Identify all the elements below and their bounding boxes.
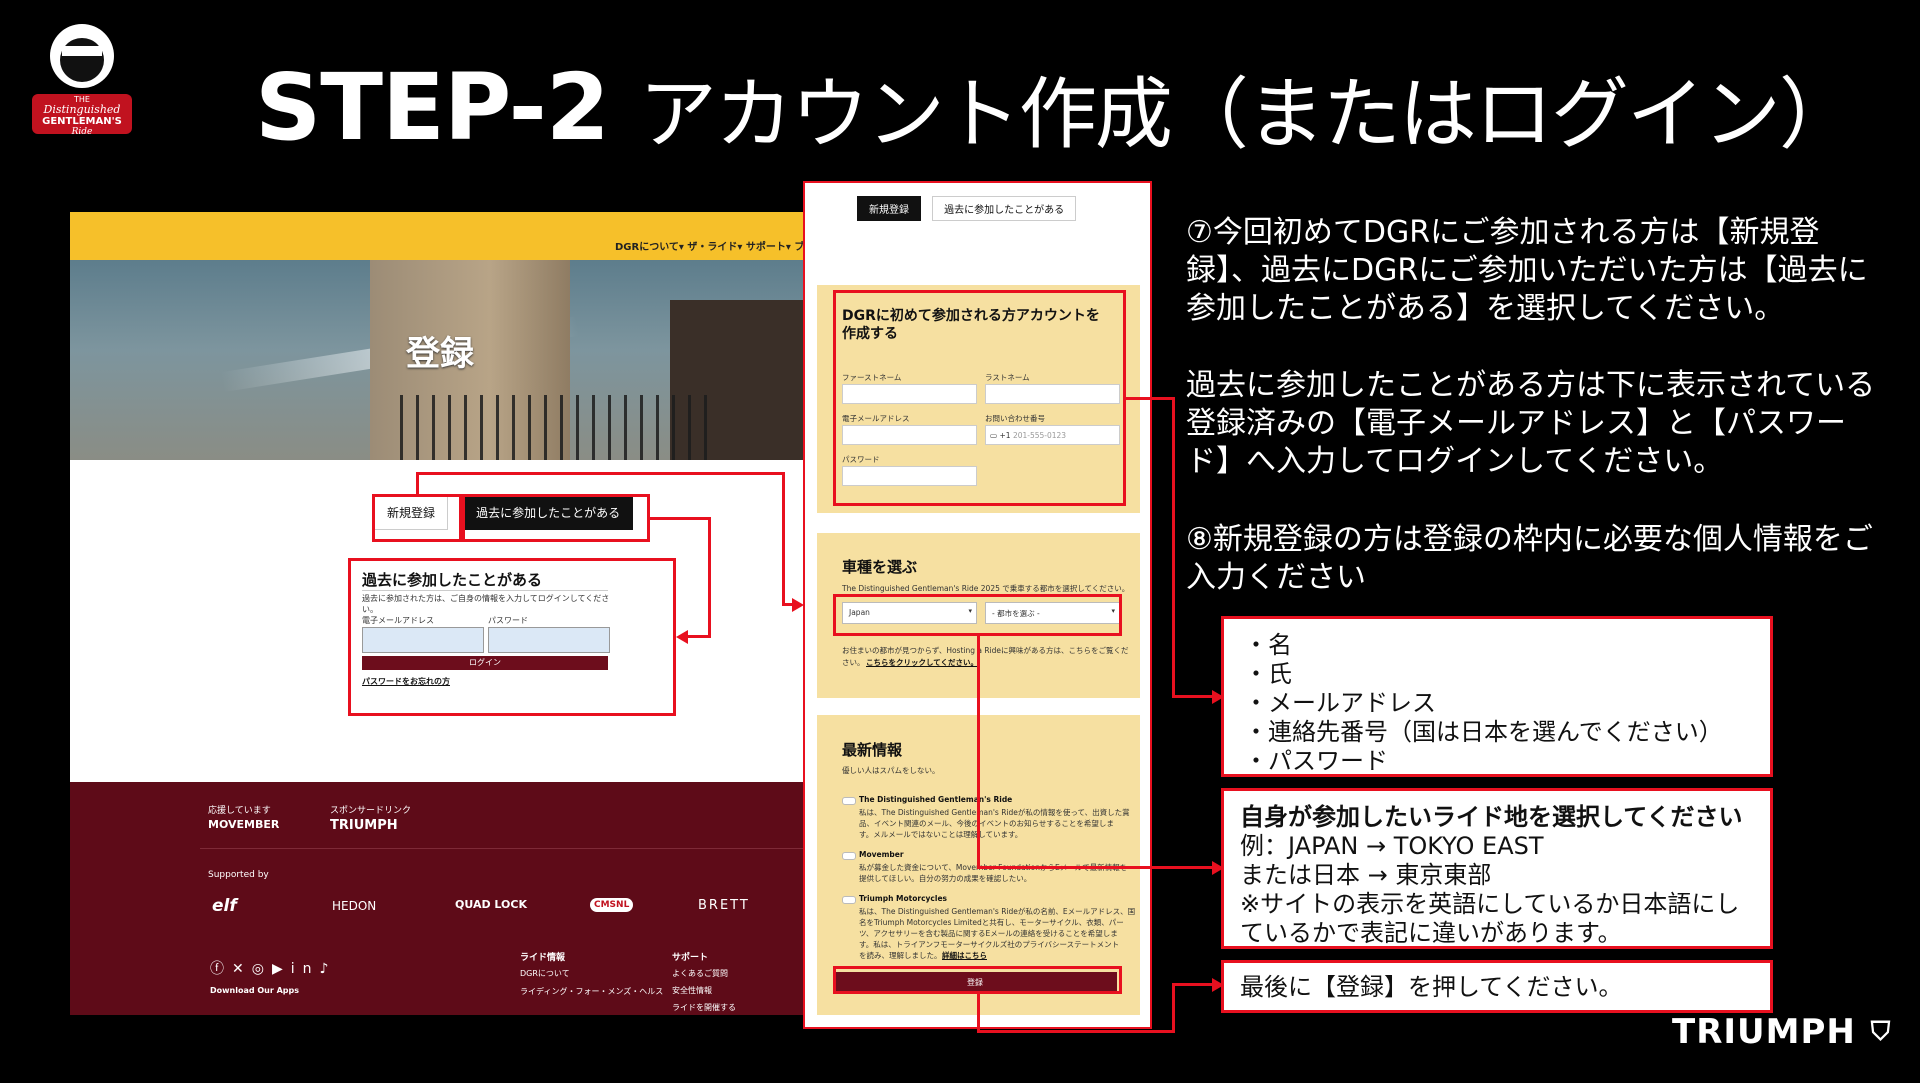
highlight-tab-past: [462, 494, 650, 542]
connector: [650, 517, 710, 520]
instruction-p1: ⑦今回初めてDGRにご参加される方は【新規登録】、過去にDGRにご参加いただいた…: [1186, 215, 1868, 326]
required-item-last-name: ・氏: [1244, 660, 1292, 688]
movember-logo[interactable]: MOVEMBER: [208, 818, 279, 831]
ride-location-line3: ※サイトの表示を英語にしているか日本語にし: [1240, 890, 1740, 918]
highlight-account-fields: [833, 290, 1126, 506]
ride-location-box: 自身が参加したいライド地を選択してください 例：JAPAN → TOKYO EA…: [1221, 788, 1773, 949]
ride-description: The Distinguished Gentleman's Ride 2025 …: [842, 584, 1130, 593]
ride-note-1: お住まいの都市が見つからず、Hosting a Rideに興味がある方は、こちら…: [842, 646, 1129, 655]
footer-link-riding[interactable]: ライディング・フォー・メンズ・ヘルス: [520, 986, 663, 997]
connector: [782, 472, 785, 606]
connector: [1172, 983, 1175, 1033]
opt3-line3: ツ、アクセサリーを含む製品に関するEメールの連絡を受けることを希望しま: [859, 929, 1118, 938]
opt2-line2: 提供してほしい。自分の努力の成果を確認したい。: [859, 874, 1032, 883]
triumph-footer-logo[interactable]: TRIUMPH: [330, 818, 398, 833]
sponsor-quadlock[interactable]: QUAD LOCK: [455, 898, 527, 911]
connector: [977, 866, 1217, 869]
arrow-left-icon: [676, 630, 688, 644]
footer-link-safety[interactable]: 安全性情報: [672, 985, 712, 996]
opt-in-movember-toggle[interactable]: [842, 852, 856, 860]
register-instruction: 最後に【登録】を押してください。: [1240, 973, 1623, 1001]
ride-location-title: 自身が参加したいライド地を選択してください: [1240, 803, 1743, 831]
hero-title: 登録: [406, 334, 474, 374]
support-label: 応援しています: [208, 806, 271, 816]
connector: [416, 472, 784, 475]
download-apps: Download Our Apps: [210, 986, 300, 995]
required-item-first-name: ・名: [1244, 631, 1292, 659]
required-item-phone: ・連絡先番号（国は日本を選んでください）: [1244, 718, 1723, 746]
opt1-line1: 私は、The Distinguished Gentleman's Rideが私の…: [859, 808, 1130, 817]
ride-heading: 車種を選ぶ: [842, 558, 918, 576]
connector: [708, 517, 711, 637]
register-instruction-box: 最後に【登録】を押してください。: [1221, 960, 1773, 1013]
form-tab-past[interactable]: 過去に参加したことがある: [932, 196, 1077, 221]
sponsor-hedon[interactable]: HEDON: [332, 899, 376, 913]
footer-col1-head: ライド情報: [520, 953, 566, 963]
connector: [688, 635, 711, 638]
highlight-login-panel: [348, 558, 676, 716]
logo-text-gentlemans: GENTLEMAN'S: [42, 116, 122, 127]
opt3-title: Triumph Motorcycles: [859, 894, 947, 903]
social-icons[interactable]: ⓕ✕◎▶in♪: [210, 958, 336, 978]
instruction-p2: 過去に参加したことがある方は下に表示されている登録済みの【電子メールアドレス】と…: [1186, 368, 1876, 479]
opt3-line4: す。私は、トライアンフモーターサイクルズ社のプライバシーステートメント: [859, 940, 1120, 949]
sponsor-label: スポンサードリンク: [330, 806, 412, 816]
opt3-link[interactable]: 詳細はこちら: [942, 950, 987, 961]
connector: [416, 472, 419, 496]
footer-link-host[interactable]: ライドを開催する: [672, 1002, 736, 1013]
opt3-line5: を読み、理解しました。: [859, 951, 942, 960]
ride-location-line4: ているかで表記に違いがあります。: [1240, 919, 1622, 947]
opt1-line2: 品、イベント関連のメール、今後のイベントのお知らせすることを希望しま: [859, 819, 1114, 828]
opt1-title: The Distinguished Gentleman's Ride: [859, 795, 1013, 804]
highlight-register-button: [833, 966, 1122, 994]
news-subtext: 優しい人はスパムをしない。: [842, 766, 940, 775]
footer-col2-head: サポート: [672, 953, 709, 963]
triumph-logo: TRIUMPH ⛉: [1672, 1012, 1891, 1052]
opt3-line1: 私は、The Distinguished Gentleman's Rideが私の…: [859, 907, 1136, 916]
connector: [977, 994, 980, 1032]
ride-note-link[interactable]: こちらをクリックしてください。: [866, 657, 978, 668]
title-jp: アカウント作成（またはログイン）: [638, 70, 1857, 160]
connector: [1172, 695, 1216, 698]
sponsor-elf[interactable]: elf: [212, 896, 237, 916]
connector: [977, 1030, 1173, 1033]
form-tabs: 新規登録 過去に参加したことがある: [857, 196, 1077, 221]
required-item-password: ・パスワード: [1244, 747, 1388, 775]
site-nav[interactable]: DGRについて▾ ザ・ライド▾ サポート▾ ブ: [615, 238, 804, 253]
sponsor-brett[interactable]: BRETT: [698, 898, 750, 913]
form-tab-new[interactable]: 新規登録: [857, 196, 921, 221]
opt1-line3: す。メルメールではないことは理解しています。: [859, 830, 1023, 839]
connector: [1172, 397, 1175, 697]
connector: [977, 636, 980, 868]
supported-by: Supported by: [208, 870, 269, 880]
required-info-box: ・名 ・氏 ・メールアドレス ・連絡先番号（国は日本を選んでください） ・パスワ…: [1221, 616, 1773, 777]
connector: [1172, 983, 1216, 986]
footer-link-about[interactable]: DGRについて: [520, 968, 570, 979]
arrow-right-icon: [792, 598, 804, 612]
site-hero: 登録: [70, 260, 810, 460]
title-step: STEP-2: [255, 54, 610, 161]
news-heading: 最新情報: [842, 741, 903, 759]
opt3-line2: 名をTriumph Motorcycles Limitedと共有し、モーターサイ…: [859, 918, 1124, 927]
required-item-email: ・メールアドレス: [1244, 689, 1436, 717]
connector: [1126, 397, 1174, 400]
logo-text-ride: Ride: [71, 127, 93, 137]
dgr-logo: THE Distinguished GENTLEMAN'S Ride: [26, 16, 138, 144]
site-footer: 応援しています スポンサードリンク MOVEMBER TRIUMPH Suppo…: [70, 782, 810, 1015]
ride-location-line1: 例：JAPAN → TOKYO EAST: [1240, 832, 1544, 860]
footer-link-faq[interactable]: よくあるご質問: [672, 968, 728, 979]
instruction-p3: ⑧新規登録の方は登録の枠内に必要な個人情報をご入力ください: [1186, 522, 1873, 595]
highlight-ride-select: [833, 594, 1122, 636]
logo-text-distinguished: Distinguished: [43, 103, 121, 116]
page-title: STEP-2 アカウント作成（またはログイン）: [255, 34, 1857, 161]
triumph-wordmark: TRIUMPH: [1672, 1012, 1856, 1052]
sponsor-cmsnl[interactable]: CMSNL: [590, 898, 634, 912]
opt-in-triumph-toggle[interactable]: [842, 896, 856, 904]
triumph-shield-icon: ⛉: [1870, 1017, 1892, 1047]
ride-location-line2: または日本 → 東京東部: [1240, 861, 1492, 889]
opt2-title: Movember: [859, 850, 904, 859]
ride-note-2: さい。: [842, 658, 865, 667]
highlight-tab-new: [372, 494, 462, 542]
opt-in-dgr-toggle[interactable]: [842, 797, 856, 805]
